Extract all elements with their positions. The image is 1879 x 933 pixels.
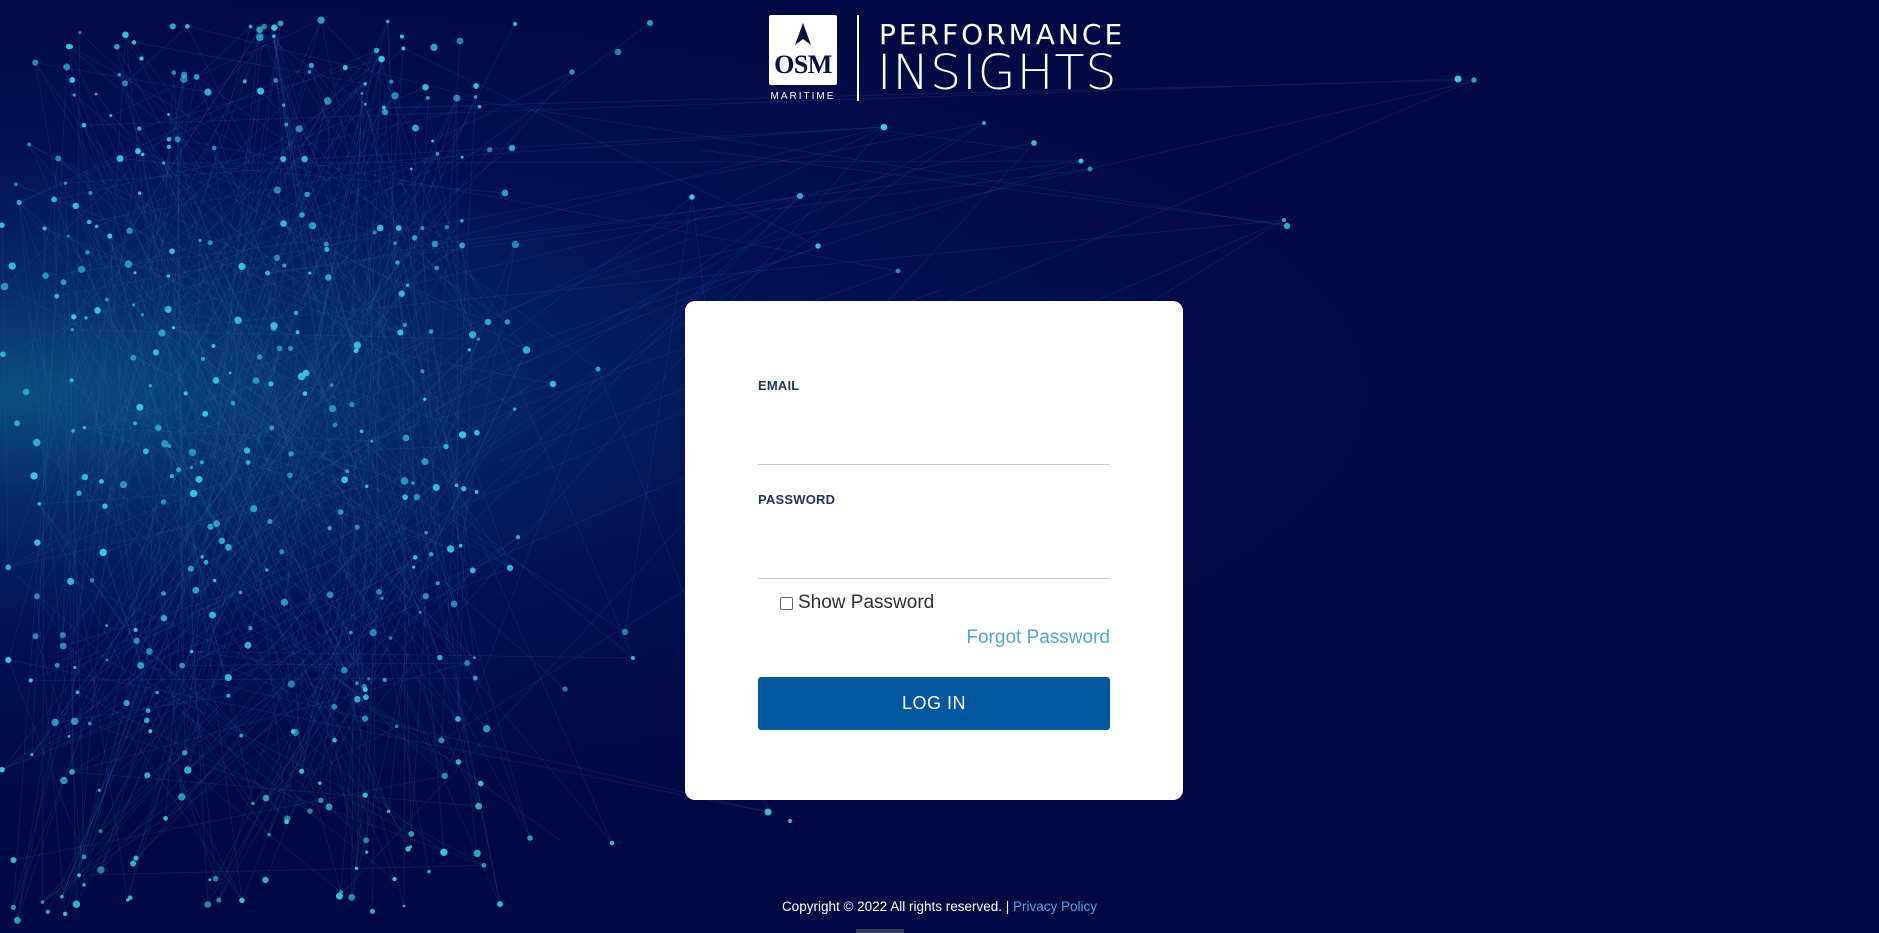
password-label: PASSWORD — [758, 492, 836, 507]
login-page: OSM MARITIME PERFORMANCE INSIGHTS EMAIL … — [0, 0, 1879, 933]
show-password-checkbox[interactable] — [780, 596, 793, 610]
footer: Copyright © 2022 All rights reserved. | … — [0, 899, 1879, 914]
osm-logo-subtitle: MARITIME — [770, 91, 836, 102]
osm-logo-text: OSM — [774, 50, 832, 79]
osm-logo-mark: OSM — [769, 15, 837, 85]
login-button[interactable]: LOG IN — [758, 677, 1110, 730]
product-name-line2: INSIGHTS — [877, 45, 1118, 101]
brand-divider — [857, 15, 859, 101]
password-field[interactable] — [758, 541, 1110, 579]
copyright-text: Copyright © 2022 All rights reserved. | — [781, 899, 1010, 914]
email-label: EMAIL — [758, 378, 800, 393]
forgot-password-link[interactable]: Forgot Password — [966, 627, 1110, 649]
show-password-label[interactable]: Show Password — [798, 592, 934, 614]
show-password-toggle[interactable]: Show Password — [780, 592, 934, 614]
login-card: EMAIL PASSWORD Show Password Forgot Pass… — [685, 301, 1183, 800]
bottom-handle — [856, 929, 904, 933]
compass-arrow-icon — [795, 23, 811, 45]
email-field[interactable] — [758, 427, 1110, 465]
privacy-policy-link[interactable]: Privacy Policy — [1013, 899, 1097, 914]
brand-logo: OSM MARITIME PERFORMANCE INSIGHTS — [769, 15, 1122, 103]
